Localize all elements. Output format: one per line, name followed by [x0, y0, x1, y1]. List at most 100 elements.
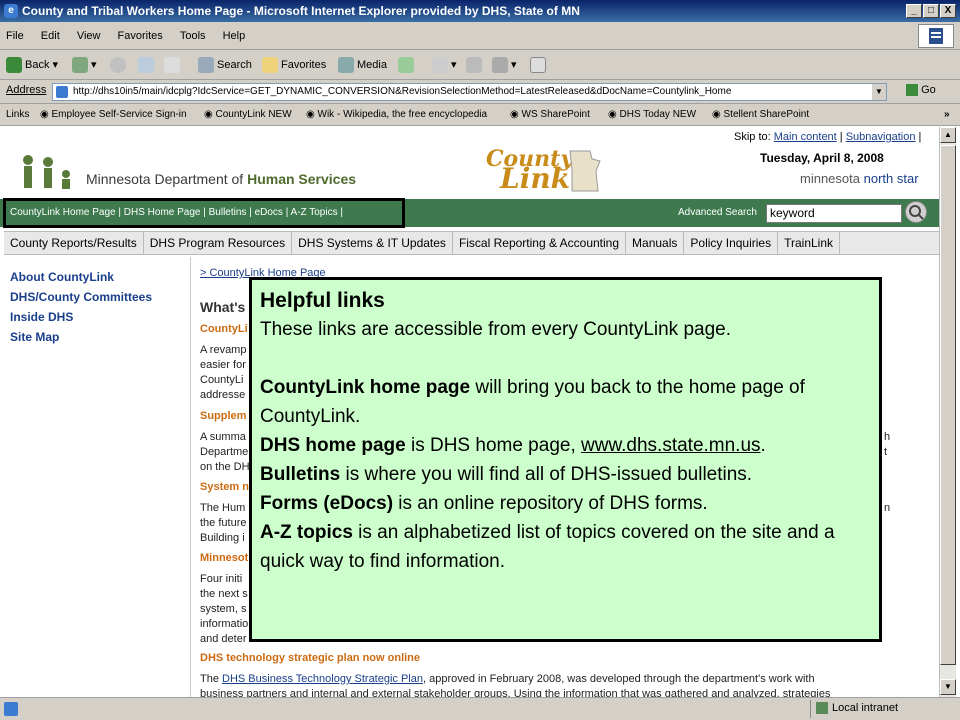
keyword-search-input[interactable]: keyword — [766, 204, 902, 223]
home-icon — [164, 57, 180, 74]
news-heading-supplemental[interactable]: Supplem — [200, 409, 246, 424]
tab-policy-inquiries[interactable]: Policy Inquiries — [684, 232, 779, 254]
print-button[interactable] — [466, 55, 485, 75]
address-dropdown-icon[interactable]: ▼ — [872, 84, 886, 100]
menu-edit[interactable]: Edit — [41, 30, 60, 42]
scroll-thumb[interactable] — [940, 145, 956, 665]
news-heading-countylink[interactable]: CountyLi — [200, 322, 248, 337]
news-text: system, s — [200, 603, 247, 615]
news-text: informatio — [200, 618, 249, 630]
address-label: Address — [6, 84, 47, 96]
media-button[interactable]: Media — [338, 55, 387, 75]
northstar-logo[interactable]: minnesota north star — [800, 171, 919, 186]
status-bar: Local intranet — [0, 697, 960, 720]
status-divider — [810, 700, 811, 718]
leftnav-site-map[interactable]: Site Map — [10, 327, 152, 347]
callout-title: Helpful links — [260, 289, 385, 312]
whats-new-heading: What's — [200, 299, 246, 315]
mail-button[interactable]: ▾ — [432, 55, 457, 75]
ie-icon: e — [4, 4, 18, 18]
back-button[interactable]: Back ▾ — [6, 55, 58, 75]
dhs-url-link[interactable]: www.dhs.state.mn.us — [581, 435, 761, 456]
menu-tools[interactable]: Tools — [180, 30, 206, 42]
toolbar: Back ▾ ▾ Search Favorites Media ▾ ▾ — [0, 50, 960, 80]
search-button[interactable]: Search — [198, 55, 252, 75]
news-text: easier for — [200, 359, 246, 371]
news-text: A revamp — [200, 344, 247, 356]
section-tabs: County Reports/Results DHS Program Resour… — [4, 231, 939, 255]
window-title: County and Tribal Workers Home Page - Mi… — [22, 4, 580, 18]
news-heading-minnesota[interactable]: Minnesot — [200, 551, 248, 566]
media-icon — [338, 57, 354, 74]
forward-button[interactable]: ▾ — [72, 55, 97, 75]
leftnav-dhs-county-committees[interactable]: DHS/County Committees — [10, 287, 152, 307]
skip-main-content-link[interactable]: Main content — [774, 131, 837, 143]
nav-divider — [190, 257, 191, 697]
favorites-button[interactable]: Favorites — [262, 55, 326, 75]
news-heading-system[interactable]: System n — [200, 480, 249, 495]
minnesota-map-icon — [568, 149, 602, 198]
advanced-search-link[interactable]: Advanced Search — [678, 207, 757, 218]
edit-button[interactable]: ▾ — [492, 55, 517, 75]
link-stellent-sharepoint[interactable]: ◉ Stellent SharePoint — [712, 104, 809, 126]
forward-arrow-icon — [72, 57, 88, 74]
mail-icon — [432, 57, 448, 74]
news-text: CountyLi — [200, 374, 244, 386]
page-icon — [56, 86, 68, 98]
scroll-up-icon[interactable]: ▲ — [940, 127, 956, 143]
tab-county-reports[interactable]: County Reports/Results — [4, 232, 144, 254]
callout-item-forms: Forms (eDocs) is an online repository of… — [260, 493, 708, 514]
tech-plan-link[interactable]: DHS Business Technology Strategic Plan — [222, 673, 423, 685]
search-go-icon[interactable] — [905, 201, 927, 223]
tab-fiscal-reporting[interactable]: Fiscal Reporting & Accounting — [453, 232, 627, 254]
menu-file[interactable]: File — [6, 30, 24, 42]
go-button[interactable]: Go — [906, 84, 936, 97]
news-text: addresse — [200, 389, 246, 401]
dhs-logo[interactable] — [16, 152, 78, 197]
intranet-icon — [816, 702, 828, 714]
minimize-button[interactable]: _ — [906, 4, 922, 18]
discuss-button[interactable] — [530, 55, 549, 75]
close-button[interactable]: X — [940, 4, 956, 18]
refresh-icon — [138, 57, 154, 74]
home-button[interactable] — [164, 55, 183, 75]
tab-manuals[interactable]: Manuals — [626, 232, 685, 254]
maximize-button[interactable]: □ — [923, 4, 939, 18]
skip-subnavigation-link[interactable]: Subnavigation — [846, 131, 916, 143]
callout-intro: These links are accessible from every Co… — [260, 319, 732, 340]
helpful-links-callout: Helpful links These links are accessible… — [249, 277, 882, 642]
link-dhs-today[interactable]: ◉ DHS Today NEW — [608, 104, 696, 126]
security-zone: Local intranet — [832, 702, 899, 714]
leftnav-inside-dhs[interactable]: Inside DHS — [10, 307, 152, 327]
vertical-scrollbar[interactable]: ▲ ▼ — [939, 127, 956, 697]
windows-logo — [918, 24, 954, 48]
tab-dhs-program-resources[interactable]: DHS Program Resources — [144, 232, 293, 254]
leftnav-about-countylink[interactable]: About CountyLink — [10, 267, 152, 287]
link-employee-self-service[interactable]: ◉ Employee Self-Service Sign-in — [40, 104, 187, 126]
stop-button[interactable] — [110, 55, 129, 75]
tab-trainlink[interactable]: TrainLink — [778, 232, 841, 254]
go-arrow-icon — [906, 84, 918, 97]
window-title-bar: e County and Tribal Workers Home Page - … — [0, 0, 960, 22]
news-heading-tech-plan[interactable]: DHS technology strategic plan now online — [200, 651, 420, 666]
menu-favorites[interactable]: Favorites — [118, 30, 163, 42]
link-ws-sharepoint[interactable]: ◉ WS SharePoint — [510, 104, 590, 126]
current-date: Tuesday, April 8, 2008 — [760, 151, 884, 165]
menu-view[interactable]: View — [77, 30, 101, 42]
history-button[interactable] — [398, 55, 417, 75]
link-wikipedia[interactable]: ◉ Wik - Wikipedia, the free encyclopedia — [306, 104, 487, 126]
address-field[interactable]: http://dhs10in5/main/idcplg?IdcService=G… — [52, 83, 887, 101]
news-text: A summa — [200, 431, 246, 443]
link-countylink-new[interactable]: ◉ CountyLink NEW — [204, 104, 292, 126]
countylink-logo: County Link — [486, 146, 574, 195]
scroll-down-icon[interactable]: ▼ — [940, 679, 956, 695]
news-text: on the DH — [200, 461, 250, 473]
menu-help[interactable]: Help — [223, 30, 246, 42]
refresh-button[interactable] — [138, 55, 157, 75]
links-bar: Links ◉ Employee Self-Service Sign-in ◉ … — [0, 104, 960, 126]
tab-dhs-systems-it[interactable]: DHS Systems & IT Updates — [292, 232, 453, 254]
news-text: n — [884, 502, 891, 514]
star-icon — [262, 57, 278, 74]
links-overflow-icon[interactable]: » — [944, 104, 950, 126]
printer-icon — [466, 57, 482, 74]
